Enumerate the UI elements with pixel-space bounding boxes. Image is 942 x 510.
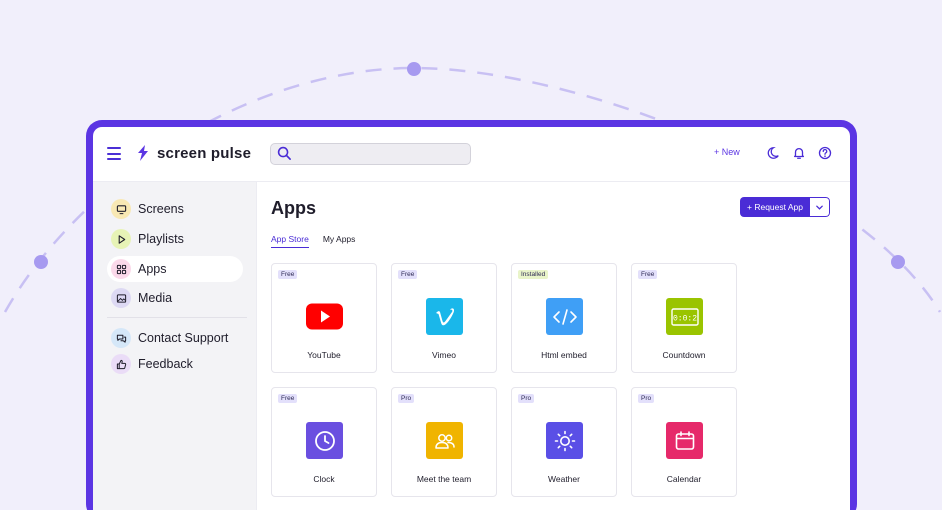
sidebar-item-label: Screens xyxy=(138,202,184,216)
sidebar-item-media[interactable]: Media xyxy=(107,285,243,311)
sidebar-item-label: Playlists xyxy=(138,232,184,246)
nav-icon-bg xyxy=(111,229,131,249)
countdown-timer-icon: 0:0:2 xyxy=(666,298,703,335)
top-bar: screen pulse + New xyxy=(93,127,850,182)
plan-badge: Free xyxy=(638,270,658,279)
chevron-down-icon xyxy=(816,205,823,210)
sidebar-item-playlists[interactable]: Playlists xyxy=(107,226,243,252)
chat-icon xyxy=(116,334,126,343)
sidebar-item-label: Apps xyxy=(138,262,167,276)
app-card-vimeo[interactable]: Free Vimeo xyxy=(391,263,497,373)
thumbs-up-icon xyxy=(116,359,126,369)
plan-badge: Free xyxy=(398,270,418,279)
installed-badge: Installed xyxy=(518,270,549,279)
search-input[interactable] xyxy=(270,143,471,165)
team-icon xyxy=(426,422,463,459)
main-content: Apps + Request App App Store My Apps Fre… xyxy=(257,182,850,510)
app-name: Html embed xyxy=(541,350,587,360)
clock-icon xyxy=(306,422,343,459)
plan-badge: Free xyxy=(278,394,298,403)
app-card-weather[interactable]: Pro Weather xyxy=(511,387,617,497)
app-grid: Free YouTube Free Vimeo Installed Html e… xyxy=(271,263,737,497)
nav-icon-bg xyxy=(111,259,131,279)
nav-icon-bg xyxy=(111,199,131,219)
logo-mark-icon xyxy=(138,145,148,161)
dark-mode-moon-icon[interactable] xyxy=(766,146,780,160)
request-app-button[interactable]: + Request App xyxy=(740,197,811,217)
page-title: Apps xyxy=(271,198,316,218)
sidebar-item-apps[interactable]: Apps xyxy=(107,256,243,282)
new-button[interactable]: + New xyxy=(714,147,740,157)
sun-icon xyxy=(546,422,583,459)
sidebar-item-label: Feedback xyxy=(138,357,193,371)
app-card-youtube[interactable]: Free YouTube xyxy=(271,263,377,373)
app-name: Weather xyxy=(548,474,580,484)
app-card-html-embed[interactable]: Installed Html embed xyxy=(511,263,617,373)
brand-name: screen pulse xyxy=(157,144,252,162)
sidebar-item-label: Contact Support xyxy=(138,331,229,345)
vimeo-icon xyxy=(426,298,463,335)
request-app-button-group: + Request App xyxy=(740,197,831,217)
app-name: Meet the team xyxy=(416,474,472,484)
code-icon xyxy=(546,298,583,335)
app-card-calendar[interactable]: Pro Calendar xyxy=(631,387,737,497)
app-card-clock[interactable]: Free Clock xyxy=(271,387,377,497)
tab-my-apps[interactable]: My Apps xyxy=(323,234,356,248)
hamburger-menu-icon[interactable] xyxy=(107,147,121,160)
sidebar: Screens Playlists Apps Media Contact Sup… xyxy=(93,182,257,510)
play-icon xyxy=(118,234,125,244)
app-name: Clock xyxy=(313,474,335,484)
sidebar-divider xyxy=(107,317,247,318)
app-window: screen pulse + New Screens Playlists App… xyxy=(93,127,850,510)
app-card-meet-the-team[interactable]: Pro Meet the team xyxy=(391,387,497,497)
app-name: Vimeo xyxy=(432,350,456,360)
grid-icon xyxy=(116,264,126,274)
notification-bell-icon[interactable] xyxy=(792,146,806,160)
search-icon xyxy=(277,146,291,160)
request-app-dropdown[interactable] xyxy=(810,197,831,217)
help-icon[interactable] xyxy=(818,146,832,160)
monitor-icon xyxy=(116,204,126,214)
calendar-icon xyxy=(666,422,703,459)
sidebar-item-feedback[interactable]: Feedback xyxy=(107,351,243,377)
app-name: Calendar xyxy=(666,474,702,484)
tab-app-store[interactable]: App Store xyxy=(271,234,309,248)
youtube-icon xyxy=(306,298,343,335)
sidebar-item-contact-support[interactable]: Contact Support xyxy=(107,325,243,351)
sidebar-item-label: Media xyxy=(138,291,173,305)
plan-badge: Free xyxy=(278,270,298,279)
plan-badge: Pro xyxy=(638,394,655,403)
app-card-countdown[interactable]: Free 0:0:2 Countdown xyxy=(631,263,737,373)
nav-icon-bg xyxy=(111,354,131,374)
nav-icon-bg xyxy=(111,328,131,348)
countdown-display: 0:0:2 xyxy=(672,314,696,323)
plan-badge: Pro xyxy=(518,394,535,403)
app-name: Countdown xyxy=(662,350,706,360)
app-tabs: App Store My Apps xyxy=(271,234,355,248)
brand-logo[interactable]: screen pulse xyxy=(136,144,251,162)
device-frame: screen pulse + New Screens Playlists App… xyxy=(86,120,857,510)
nav-icon-bg xyxy=(111,288,131,308)
plan-badge: Pro xyxy=(398,394,415,403)
image-icon xyxy=(116,293,126,303)
sidebar-item-screens[interactable]: Screens xyxy=(107,196,243,222)
app-name: YouTube xyxy=(307,350,341,360)
